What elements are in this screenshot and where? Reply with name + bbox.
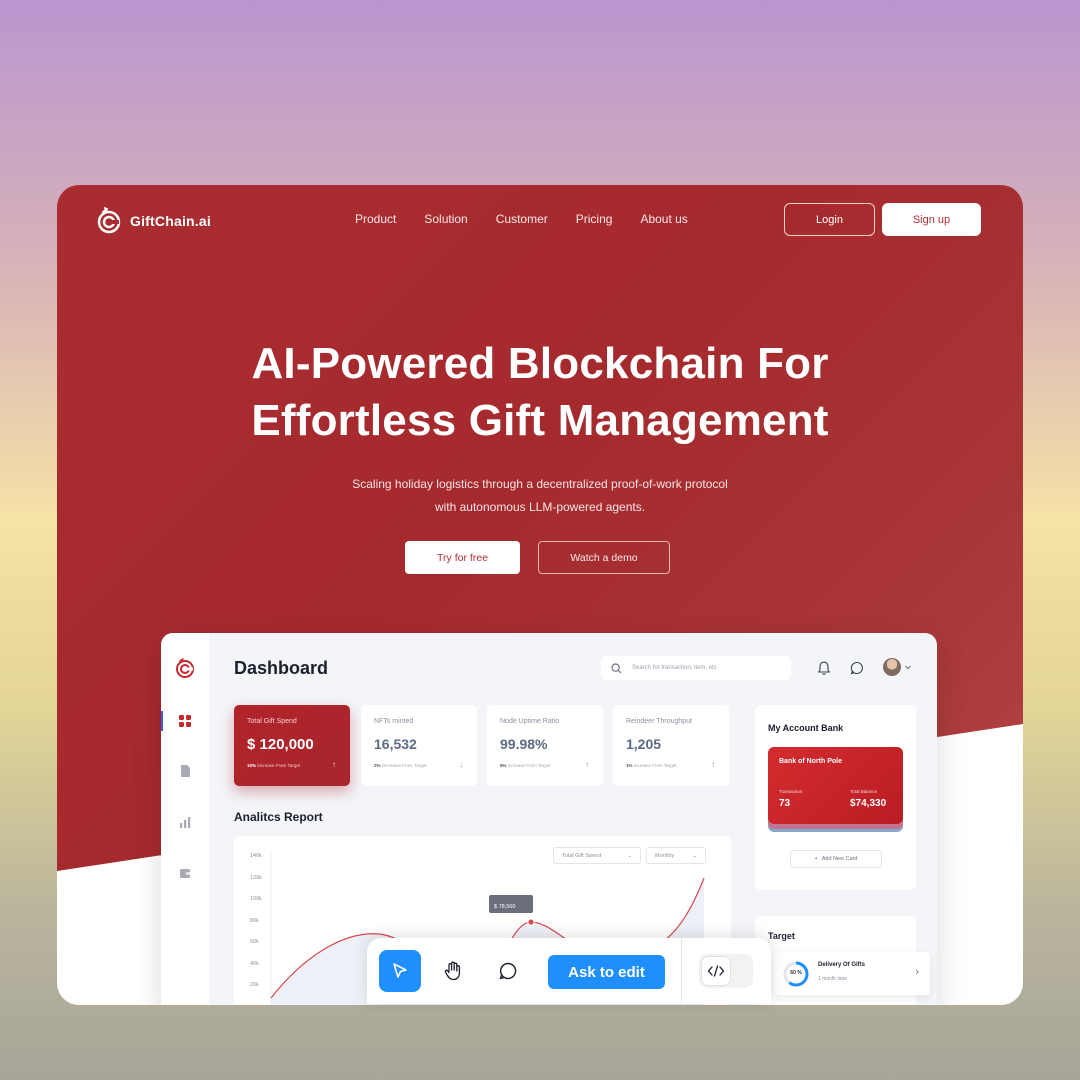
user-menu[interactable]: [883, 658, 912, 676]
delivery-subtitle: 1 month later: [818, 976, 848, 982]
hero-subheading: Scaling holiday logistics through a dece…: [57, 473, 1023, 519]
hand-icon: [444, 961, 461, 981]
hero-headline-line1: AI-Powered Blockchain For: [251, 339, 829, 388]
nav-link-product[interactable]: Product: [355, 212, 396, 226]
stat-card-uptime[interactable]: Node Uptime Ratio 99.98% 6% Increase Fro…: [487, 705, 603, 786]
stat-note-text: Increase From Target: [633, 763, 677, 768]
account-bank-panel: My Account Bank Bank of North Pole Trans…: [755, 705, 916, 890]
try-free-button[interactable]: Try for free: [405, 541, 520, 574]
toolbar-divider: [681, 938, 682, 1004]
trend-up-icon: ↑: [711, 760, 715, 769]
code-icon: [707, 965, 725, 977]
nav-link-pricing[interactable]: Pricing: [576, 212, 613, 226]
stat-label: Reindeer Throughput: [626, 718, 693, 725]
add-card-button[interactable]: + Add New Card: [790, 850, 882, 868]
bank-card-name: Bank of North Pole: [779, 758, 843, 765]
hero-headline: AI-Powered Blockchain For Effortless Gif…: [57, 335, 1023, 449]
comment-icon: [499, 962, 517, 980]
stat-note-pct: 2%: [374, 763, 381, 768]
stat-note-text: Decrease From Target: [381, 763, 427, 768]
transaction-value: 73: [779, 798, 791, 809]
nav-link-customer[interactable]: Customer: [496, 212, 548, 226]
stat-note: 1% Increase From Target: [626, 763, 676, 768]
dashboard-sidebar: [161, 633, 209, 1005]
stat-note: 2% Decrease From Target: [374, 763, 426, 768]
brand-logo[interactable]: GiftChain.ai: [95, 207, 211, 235]
trend-up-icon: ↑: [585, 760, 589, 769]
balance-value: $74,330: [850, 798, 887, 809]
chart-highlight-point[interactable]: $ 78,560: [489, 895, 535, 926]
chart-tooltip-value: $ 78,560: [494, 904, 515, 910]
transaction-label: Transaction: [779, 789, 803, 794]
stat-value: 99.98%: [500, 736, 548, 752]
wallet-icon[interactable]: [178, 866, 192, 880]
stat-card-reindeer[interactable]: Reindeer Throughput 1,205 1% Increase Fr…: [613, 705, 729, 786]
hero-headline-line2: Effortless Gift Management: [251, 396, 829, 445]
avatar: [883, 658, 901, 676]
account-bank-title: My Account Bank: [768, 723, 844, 733]
signup-button[interactable]: Sign up: [882, 203, 981, 236]
chat-icon[interactable]: [849, 660, 865, 676]
chart-highlight-dot[interactable]: [527, 918, 535, 926]
plus-icon: +: [814, 856, 818, 862]
stat-label: Node Uptime Ratio: [500, 718, 560, 725]
document-icon[interactable]: [178, 764, 192, 778]
browser-frame: GiftChain.ai Product Solution Customer P…: [57, 185, 1023, 1005]
hero-subheading-line2: with autonomous LLM-powered agents.: [434, 500, 646, 514]
search-icon: [611, 662, 622, 673]
stat-value: 16,532: [374, 736, 417, 752]
cursor-icon: [393, 963, 407, 978]
stat-note-text: Increase From Target: [257, 763, 300, 768]
hand-tool-button[interactable]: [432, 950, 474, 992]
trend-down-icon: ↓: [459, 760, 463, 769]
stat-label: Total Gift Spend: [247, 718, 297, 725]
grid-icon[interactable]: [178, 714, 192, 728]
analytics-title: Analitcs Report: [234, 810, 323, 824]
giftchain-logo-icon: [97, 207, 121, 234]
nav-link-about[interactable]: About us: [640, 212, 687, 226]
stat-card-gift-spend[interactable]: Total Gift Spend $ 120,000 10% Increase …: [234, 705, 350, 786]
stat-note: 10% Increase From Target: [247, 763, 300, 768]
nav-link-solution[interactable]: Solution: [424, 212, 467, 226]
search-input[interactable]: Search for transaction, item, etc: [601, 656, 791, 680]
stat-note-text: Increase From Target: [507, 763, 551, 768]
stat-note: 6% Increase From Target: [500, 763, 550, 768]
select-tool-button[interactable]: [379, 950, 421, 992]
sidebar-active-indicator: [161, 711, 163, 731]
search-placeholder: Search for transaction, item, etc: [632, 665, 717, 671]
brand-name: GiftChain.ai: [130, 213, 211, 229]
balance-label: Total Balance: [850, 789, 878, 794]
chevron-right-icon: ›: [915, 966, 919, 978]
delivery-title: Delivery Of Gifts: [818, 962, 866, 968]
dashboard-logo-icon: [176, 658, 194, 678]
editor-toolbar: Ask to edit: [367, 938, 771, 1004]
code-view-toggle[interactable]: [699, 954, 753, 988]
bell-icon[interactable]: [816, 660, 832, 676]
code-toggle-knob: [701, 956, 731, 986]
nav-links: Product Solution Customer Pricing About …: [355, 212, 716, 226]
dashboard-title: Dashboard: [234, 658, 329, 678]
stat-note-pct: 6%: [500, 763, 507, 768]
bar-chart-icon[interactable]: [178, 815, 192, 829]
target-title: Target: [768, 931, 795, 941]
stat-value: 1,205: [626, 736, 662, 752]
chevron-down-icon: [905, 665, 911, 670]
watch-demo-button[interactable]: Watch a demo: [538, 541, 670, 574]
add-card-label: Add New Card: [821, 856, 858, 862]
hero-subheading-line1: Scaling holiday logistics through a dece…: [352, 477, 728, 491]
stat-label: NFTs minted: [374, 718, 414, 725]
stat-card-nfts[interactable]: NFTs minted 16,532 2% Decrease From Targ…: [361, 705, 477, 786]
login-button[interactable]: Login: [784, 203, 875, 236]
bank-card[interactable]: Bank of North Pole Transaction 73 Total …: [768, 747, 903, 824]
stat-value: $ 120,000: [247, 736, 314, 753]
comment-tool-button[interactable]: [487, 950, 529, 992]
stat-note-pct: 1%: [626, 763, 633, 768]
delivery-target-item[interactable]: 60 % Delivery Of Gifts 1 month later ›: [774, 952, 930, 995]
trend-up-icon: ↑: [332, 760, 336, 769]
progress-value: 60 %: [790, 970, 802, 976]
stat-note-pct: 10%: [247, 763, 257, 768]
top-nav: GiftChain.ai Product Solution Customer P…: [57, 185, 1023, 255]
ask-to-edit-button[interactable]: Ask to edit: [548, 955, 665, 989]
